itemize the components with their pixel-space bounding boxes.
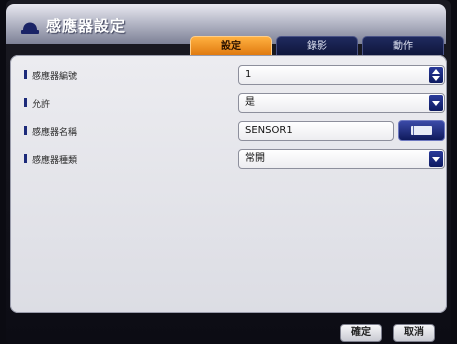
keyboard-icon: [411, 126, 432, 135]
tab-recording[interactable]: 錄影: [276, 36, 358, 55]
sensor-type-dropdown[interactable]: 常開: [238, 149, 445, 169]
sensor-type-label: 感應器種類: [32, 156, 78, 166]
enable-row: 允許 是: [10, 92, 447, 114]
window-title: 感應器設定: [46, 17, 127, 35]
sensor-number-spinner[interactable]: 1: [238, 65, 445, 85]
sensor-name-value: SENSOR1: [245, 125, 293, 136]
sensor-alarm-icon: [21, 22, 39, 34]
sensor-number-row: 感應器編號 1: [10, 64, 447, 86]
settings-panel: 感應器編號 1 允許 是 感應器名稱 SENSOR1 感應器種類 常開: [10, 55, 447, 313]
keyboard-button[interactable]: [398, 120, 445, 141]
tab-bar: 設定 錄影 動作: [190, 36, 444, 55]
chevron-down-icon[interactable]: [429, 151, 443, 167]
sensor-name-label: 感應器名稱: [32, 128, 78, 138]
sensor-name-input[interactable]: SENSOR1: [238, 121, 394, 141]
tab-settings[interactable]: 設定: [190, 36, 272, 55]
enable-value: 是: [245, 97, 255, 108]
sensor-type-row: 感應器種類 常開: [10, 148, 447, 170]
ok-button[interactable]: 確定: [340, 324, 382, 342]
enable-dropdown[interactable]: 是: [238, 93, 445, 113]
tab-action[interactable]: 動作: [362, 36, 444, 55]
chevron-down-icon[interactable]: [429, 95, 443, 111]
row-bullet: [24, 154, 27, 163]
sensor-name-row: 感應器名稱 SENSOR1: [10, 120, 447, 142]
sensor-number-value: 1: [245, 69, 252, 80]
row-bullet: [24, 98, 27, 107]
sensor-type-value: 常開: [245, 153, 265, 164]
enable-label: 允許: [32, 100, 51, 110]
cancel-button[interactable]: 取消: [393, 324, 435, 342]
sensor-number-label: 感應器編號: [32, 72, 78, 82]
row-bullet: [24, 70, 27, 79]
spinner-updown-icon[interactable]: [429, 67, 443, 83]
row-bullet: [24, 126, 27, 135]
